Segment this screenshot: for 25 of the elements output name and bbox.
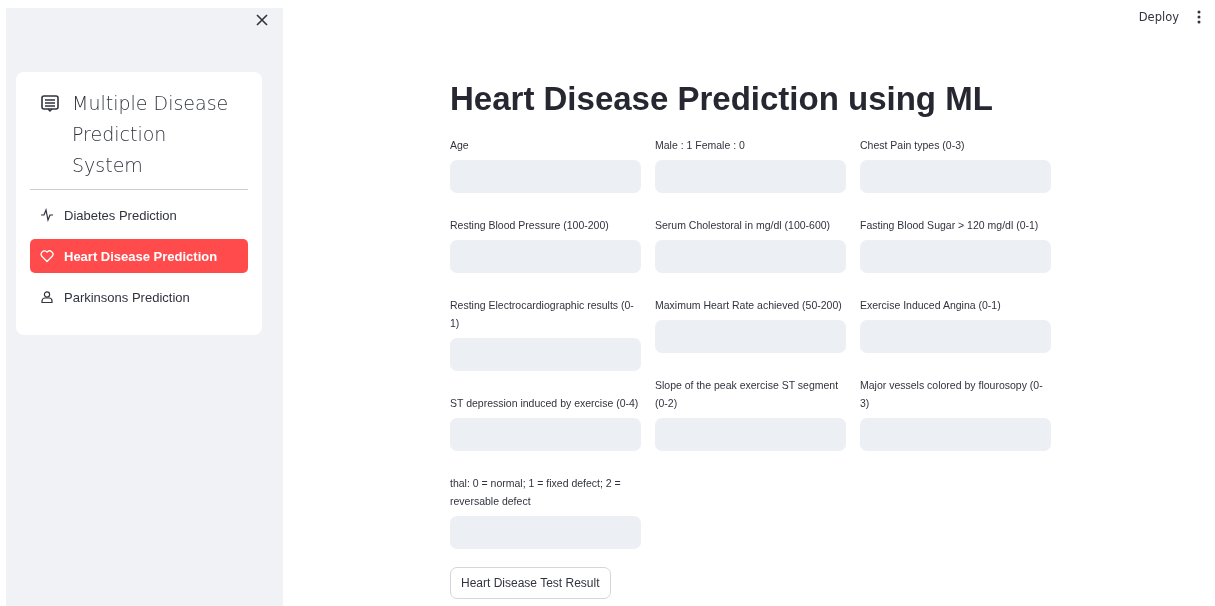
- field-label: Fasting Blood Sugar > 120 mg/dl (0-1): [860, 218, 1040, 233]
- field-label: Slope of the peak exercise ST segment (0-2): [655, 378, 840, 411]
- nav-item[interactable]: Diabetes Prediction: [30, 198, 248, 232]
- close-icon[interactable]: [256, 14, 268, 26]
- field-label: Serum Cholestoral in mg/dl (100-600): [655, 218, 832, 233]
- field-label: Age: [450, 138, 470, 153]
- nav-item[interactable]: Parkinsons Prediction: [30, 280, 248, 314]
- field-label: thal: 0 = normal; 1 = fixed defect; 2 = reversable defect: [450, 476, 622, 509]
- field-label: Chest Pain types (0-3): [860, 138, 966, 153]
- heart-icon: [40, 249, 54, 263]
- field-label: Exercise Induced Angina (0-1): [860, 298, 1002, 313]
- field-label: Major vessels colored by flourosopy (0-3): [860, 378, 1044, 411]
- field-label: Resting Electrocardiographic results (0-1): [450, 298, 635, 331]
- field-label: ST depression induced by exercise (0-4): [450, 396, 640, 411]
- list-icon: [40, 94, 60, 114]
- field-label: Maximum Heart Rate achieved (50-200): [655, 298, 843, 313]
- field-label: Male : 1 Female : 0: [655, 138, 746, 153]
- result-button[interactable]: Heart Disease Test Result: [450, 567, 611, 599]
- more-icon[interactable]: [1197, 10, 1201, 24]
- person-icon: [40, 290, 54, 304]
- page-title: Heart Disease Prediction using ML: [450, 80, 994, 118]
- pulse-icon: [40, 208, 54, 222]
- field-label: Resting Blood Pressure (100-200): [450, 218, 610, 233]
- deploy-button[interactable]: Deploy: [1138, 10, 1179, 24]
- sidebar-title: Multiple Disease Prediction System: [72, 91, 230, 178]
